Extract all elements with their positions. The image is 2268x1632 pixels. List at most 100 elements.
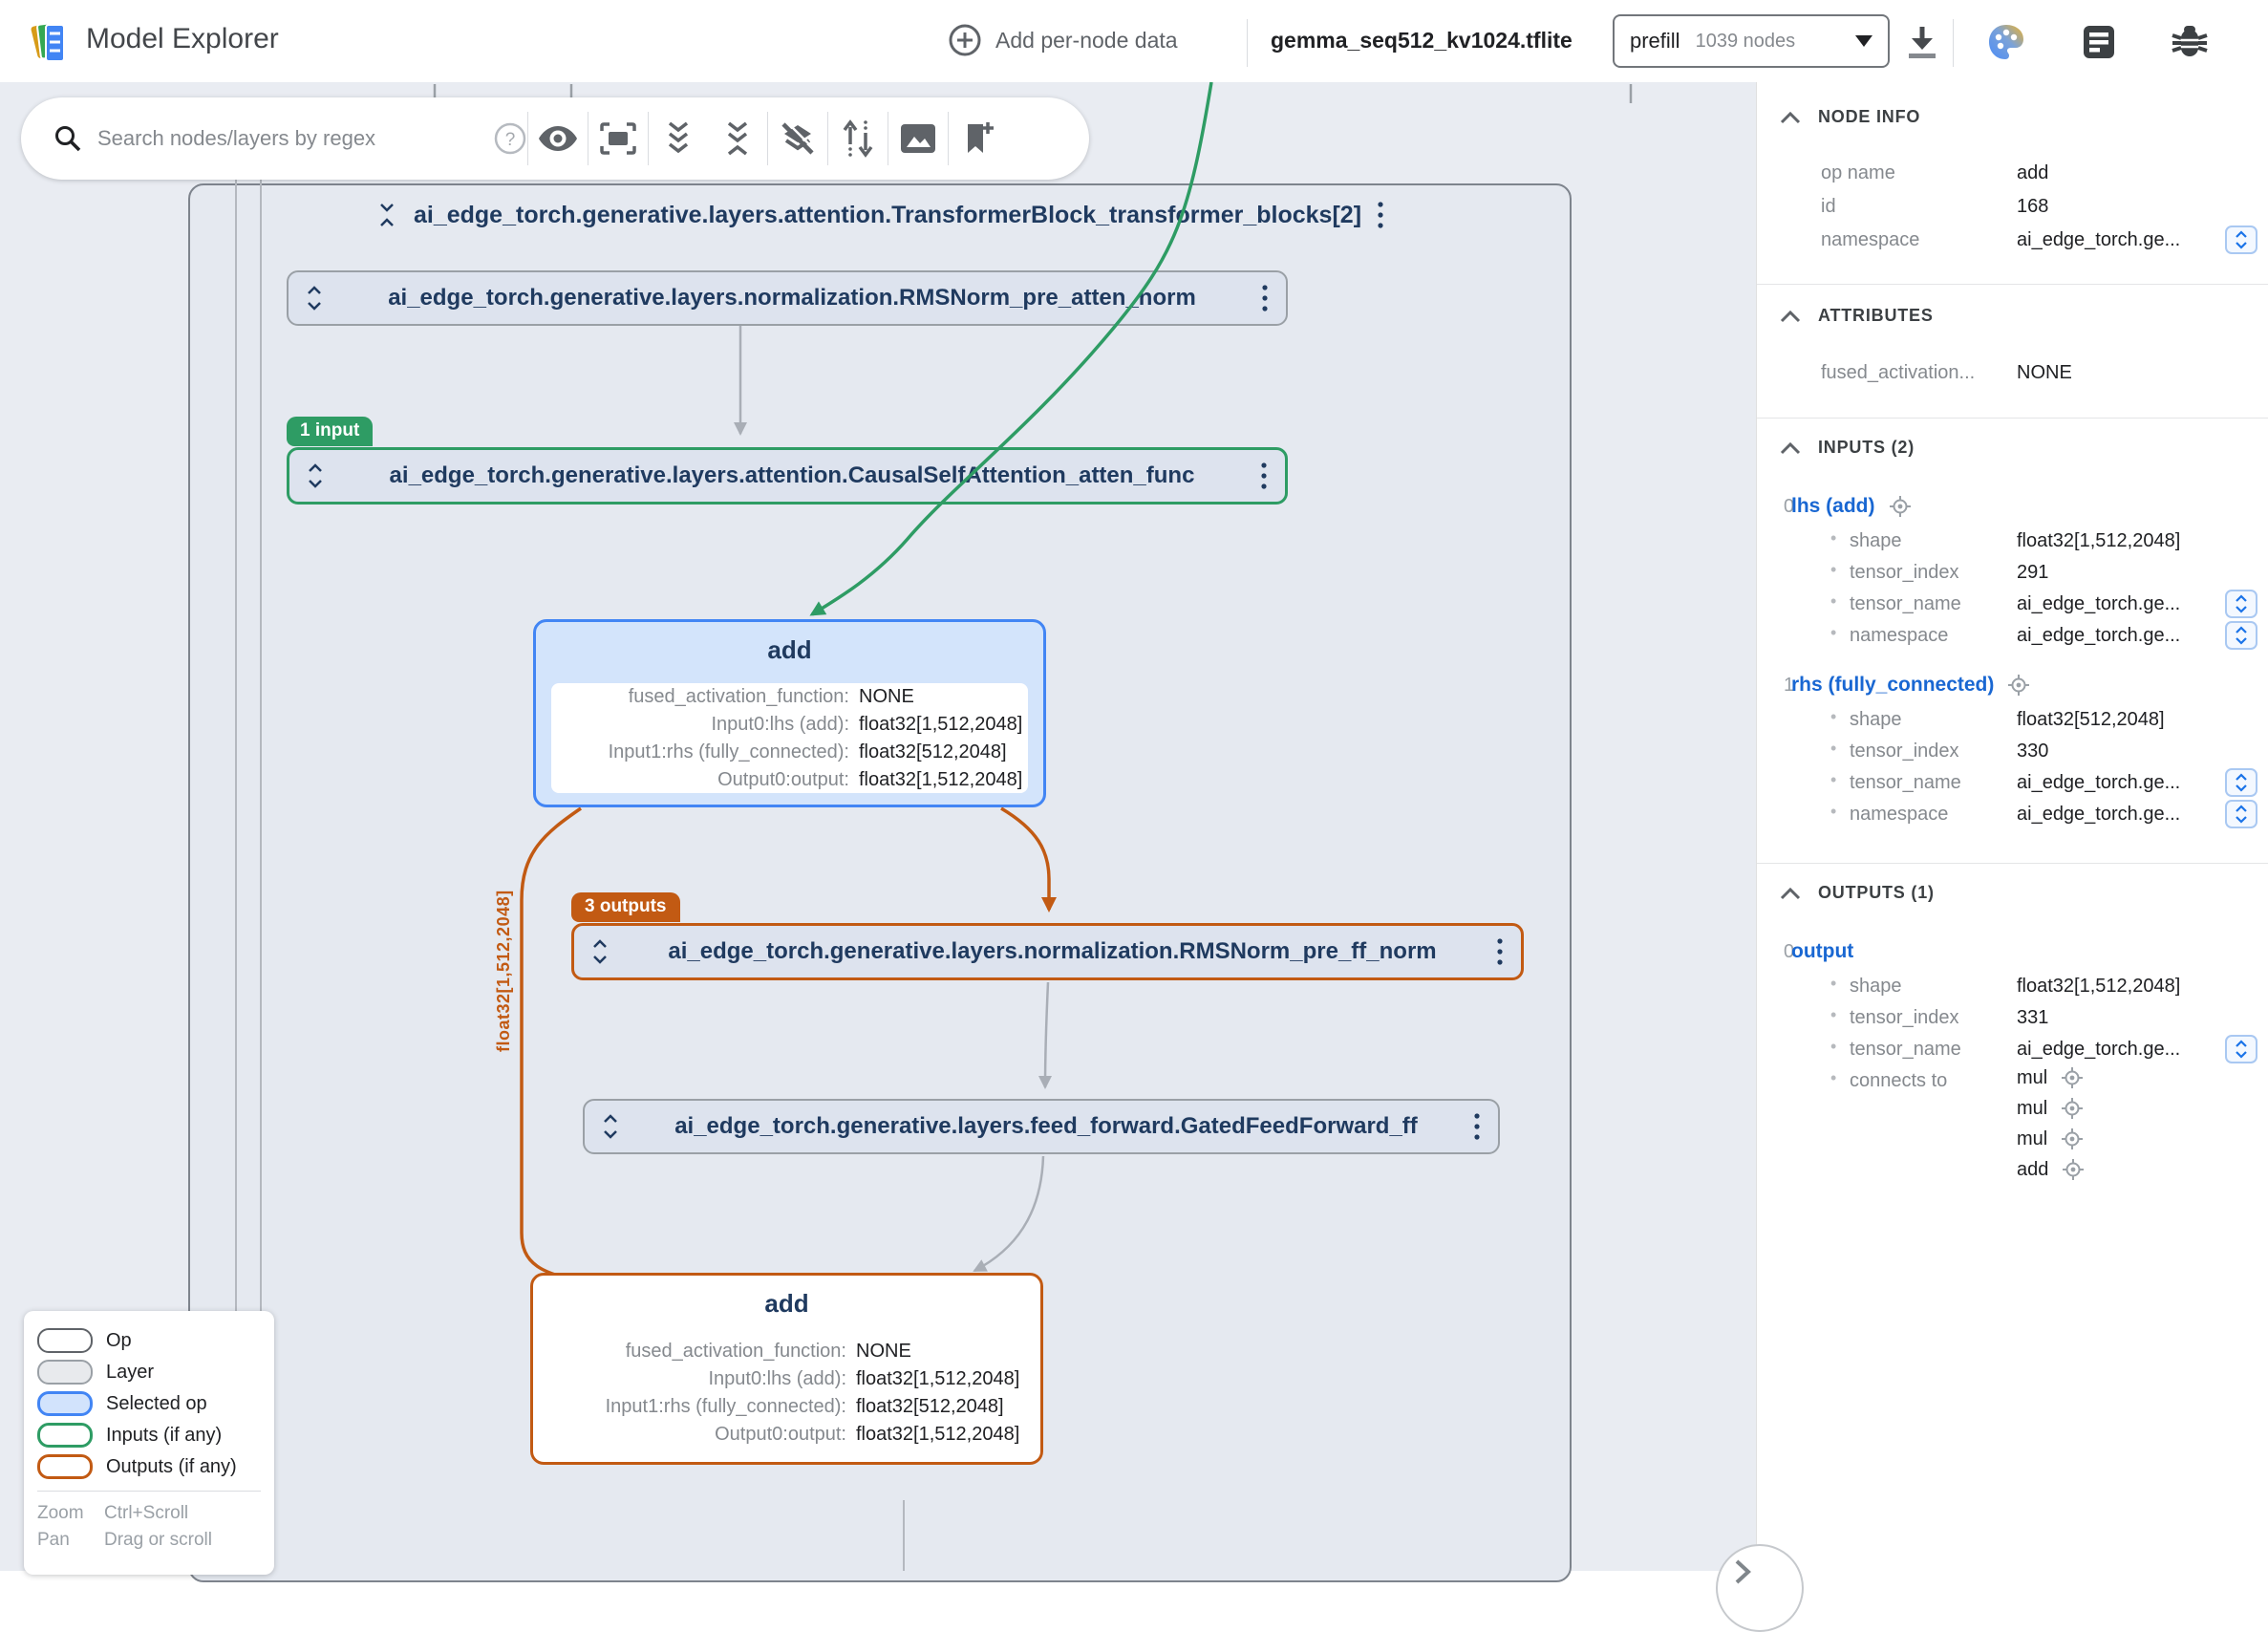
layer-menu-kebab-icon[interactable] xyxy=(1377,200,1384,230)
expand-text-button[interactable] xyxy=(2225,768,2257,797)
search-help-icon[interactable]: ? xyxy=(493,121,527,156)
expand-panel-button[interactable] xyxy=(1716,1544,1804,1632)
bullet: • xyxy=(1830,770,1836,790)
panel-divider xyxy=(1757,284,2268,285)
locate-node-icon[interactable] xyxy=(2007,674,2030,697)
input-row-namespace: • namespace ai_edge_torch.ge... xyxy=(1757,625,2268,654)
row-label: namespace xyxy=(1850,625,1948,647)
legend-label: Outputs (if any) xyxy=(106,1456,237,1478)
legend-label: Op xyxy=(106,1330,132,1352)
header-divider-2 xyxy=(1953,19,1954,67)
item-index: 0 xyxy=(1757,941,1791,963)
collapse-all-layers-button[interactable] xyxy=(708,109,767,168)
download-button[interactable] xyxy=(1901,21,1943,63)
expand-layer-icon[interactable] xyxy=(307,462,324,489)
expand-layer-icon[interactable] xyxy=(306,285,323,311)
input-row-tensor-index: • tensor_index 291 xyxy=(1757,562,2268,591)
row-value: float32[512,2048] xyxy=(2017,709,2165,731)
op-node-title: add xyxy=(533,1289,1040,1319)
section-header-attributes[interactable]: ATTRIBUTES xyxy=(1780,306,1934,326)
search-input[interactable] xyxy=(97,126,478,151)
section-collapse-icon xyxy=(1780,310,1801,323)
expand-text-button[interactable] xyxy=(2225,621,2257,650)
model-name: gemma_seq512_kv1024.tflite xyxy=(1271,28,1573,54)
row-value: NONE xyxy=(2017,362,2072,384)
theme-palette-button[interactable] xyxy=(1985,21,2027,63)
layer-node-rmsnorm-pre-atten-norm[interactable]: ai_edge_torch.generative.layers.normaliz… xyxy=(287,270,1288,326)
bullet: • xyxy=(1830,1005,1836,1025)
search-box[interactable]: ? xyxy=(21,97,527,180)
section-title: ATTRIBUTES xyxy=(1818,306,1934,326)
locate-node-icon[interactable] xyxy=(2061,1066,2084,1089)
add-bookmark-button[interactable] xyxy=(949,109,1008,168)
panel-divider xyxy=(1757,418,2268,419)
collapse-layer-icon[interactable] xyxy=(375,203,398,227)
expand-all-layers-button[interactable] xyxy=(649,109,708,168)
layer-menu-kebab-icon[interactable] xyxy=(1473,1111,1481,1142)
locate-node-icon[interactable] xyxy=(2062,1158,2085,1181)
locate-node-icon[interactable] xyxy=(2061,1097,2084,1120)
expand-layer-icon[interactable] xyxy=(602,1113,619,1140)
output-count-badge: 3 outputs xyxy=(571,892,680,922)
bug-icon xyxy=(2169,21,2211,63)
fit-to-screen-button[interactable] xyxy=(588,109,648,168)
item-name[interactable]: lhs (add) xyxy=(1791,495,1875,518)
expand-text-button[interactable] xyxy=(2225,225,2257,254)
flatten-layers-icon xyxy=(779,119,817,158)
item-name[interactable]: output xyxy=(1791,940,1853,963)
legend-item-selected-op: Selected op xyxy=(37,1391,274,1416)
section-header-outputs[interactable]: OUTPUTS (1) xyxy=(1780,883,1935,903)
layer-node-causal-self-attention[interactable]: ai_edge_torch.generative.layers.attentio… xyxy=(287,447,1288,505)
row-label: tensor_name xyxy=(1850,593,1961,615)
attr-label: fused_activation_function: xyxy=(548,1339,856,1364)
row-value: 168 xyxy=(2017,196,2048,218)
layer-container-title: ai_edge_torch.generative.layers.attentio… xyxy=(414,202,1361,229)
op-node-add-selected[interactable]: add fused_activation_function: NONE Inpu… xyxy=(533,619,1046,807)
graph-selector-dropdown[interactable]: prefill 1039 nodes xyxy=(1613,14,1890,68)
report-bug-button[interactable] xyxy=(2169,21,2211,63)
graph-name: prefill xyxy=(1630,29,1680,54)
row-label: shape xyxy=(1850,530,1902,552)
section-header-inputs[interactable]: INPUTS (2) xyxy=(1780,438,1915,458)
row-value: float32[1,512,2048] xyxy=(2017,530,2180,552)
attr-label: Input0:lhs (add): xyxy=(551,712,859,737)
expand-text-button[interactable] xyxy=(2225,590,2257,618)
selected-op-swatch xyxy=(37,1391,93,1416)
inputs-swatch xyxy=(37,1423,93,1448)
graph-canvas[interactable]: ai_edge_torch.generative.layers.attentio… xyxy=(0,82,1756,1571)
layer-node-gated-feed-forward[interactable]: ai_edge_torch.generative.layers.feed_for… xyxy=(583,1099,1500,1154)
op-node-attributes: fused_activation_function: NONE Input0:l… xyxy=(551,683,1028,793)
export-image-button[interactable] xyxy=(888,109,948,168)
trace-input-output-button[interactable] xyxy=(828,109,888,168)
row-value: 291 xyxy=(2017,562,2048,584)
layer-container-title-bar[interactable]: ai_edge_torch.generative.layers.attentio… xyxy=(188,189,1572,241)
expand-text-button[interactable] xyxy=(2225,1035,2257,1063)
section-title: NODE INFO xyxy=(1818,107,1920,127)
layer-menu-kebab-icon[interactable] xyxy=(1261,283,1269,313)
item-index: 1 xyxy=(1757,675,1791,697)
input-count-badge: 1 input xyxy=(287,417,373,446)
locate-node-icon[interactable] xyxy=(1889,495,1912,518)
pan-hint: Pan Drag or scroll xyxy=(37,1530,274,1551)
flatten-layers-button[interactable] xyxy=(768,109,827,168)
locate-node-icon[interactable] xyxy=(2061,1127,2084,1150)
input-row-tensor-name: • tensor_name ai_edge_torch.ge... xyxy=(1757,772,2268,801)
hint-key: Zoom xyxy=(37,1503,104,1524)
header-divider xyxy=(1247,19,1248,67)
op-node-add-output[interactable]: add fused_activation_function: NONE Inpu… xyxy=(530,1273,1043,1465)
item-name[interactable]: rhs (fully_connected) xyxy=(1791,674,1994,697)
layer-menu-kebab-icon[interactable] xyxy=(1260,461,1268,491)
layer-menu-kebab-icon[interactable] xyxy=(1496,936,1504,967)
attr-value: float32[1,512,2048] xyxy=(859,767,1028,792)
expand-text-button[interactable] xyxy=(2225,800,2257,828)
connected-node: mul xyxy=(2017,1128,2047,1150)
section-header-node-info[interactable]: NODE INFO xyxy=(1780,107,1920,127)
layer-node-rmsnorm-pre-ff-norm[interactable]: ai_edge_torch.generative.layers.normaliz… xyxy=(571,923,1524,980)
app-title: Model Explorer xyxy=(86,23,279,55)
row-label: namespace xyxy=(1821,229,1919,251)
row-label: fused_activation... xyxy=(1821,362,1975,384)
toggle-visibility-button[interactable] xyxy=(528,109,588,168)
docs-button[interactable] xyxy=(2078,21,2120,63)
add-per-node-data-button[interactable]: Add per-node data xyxy=(948,23,1178,57)
expand-layer-icon[interactable] xyxy=(591,938,609,965)
